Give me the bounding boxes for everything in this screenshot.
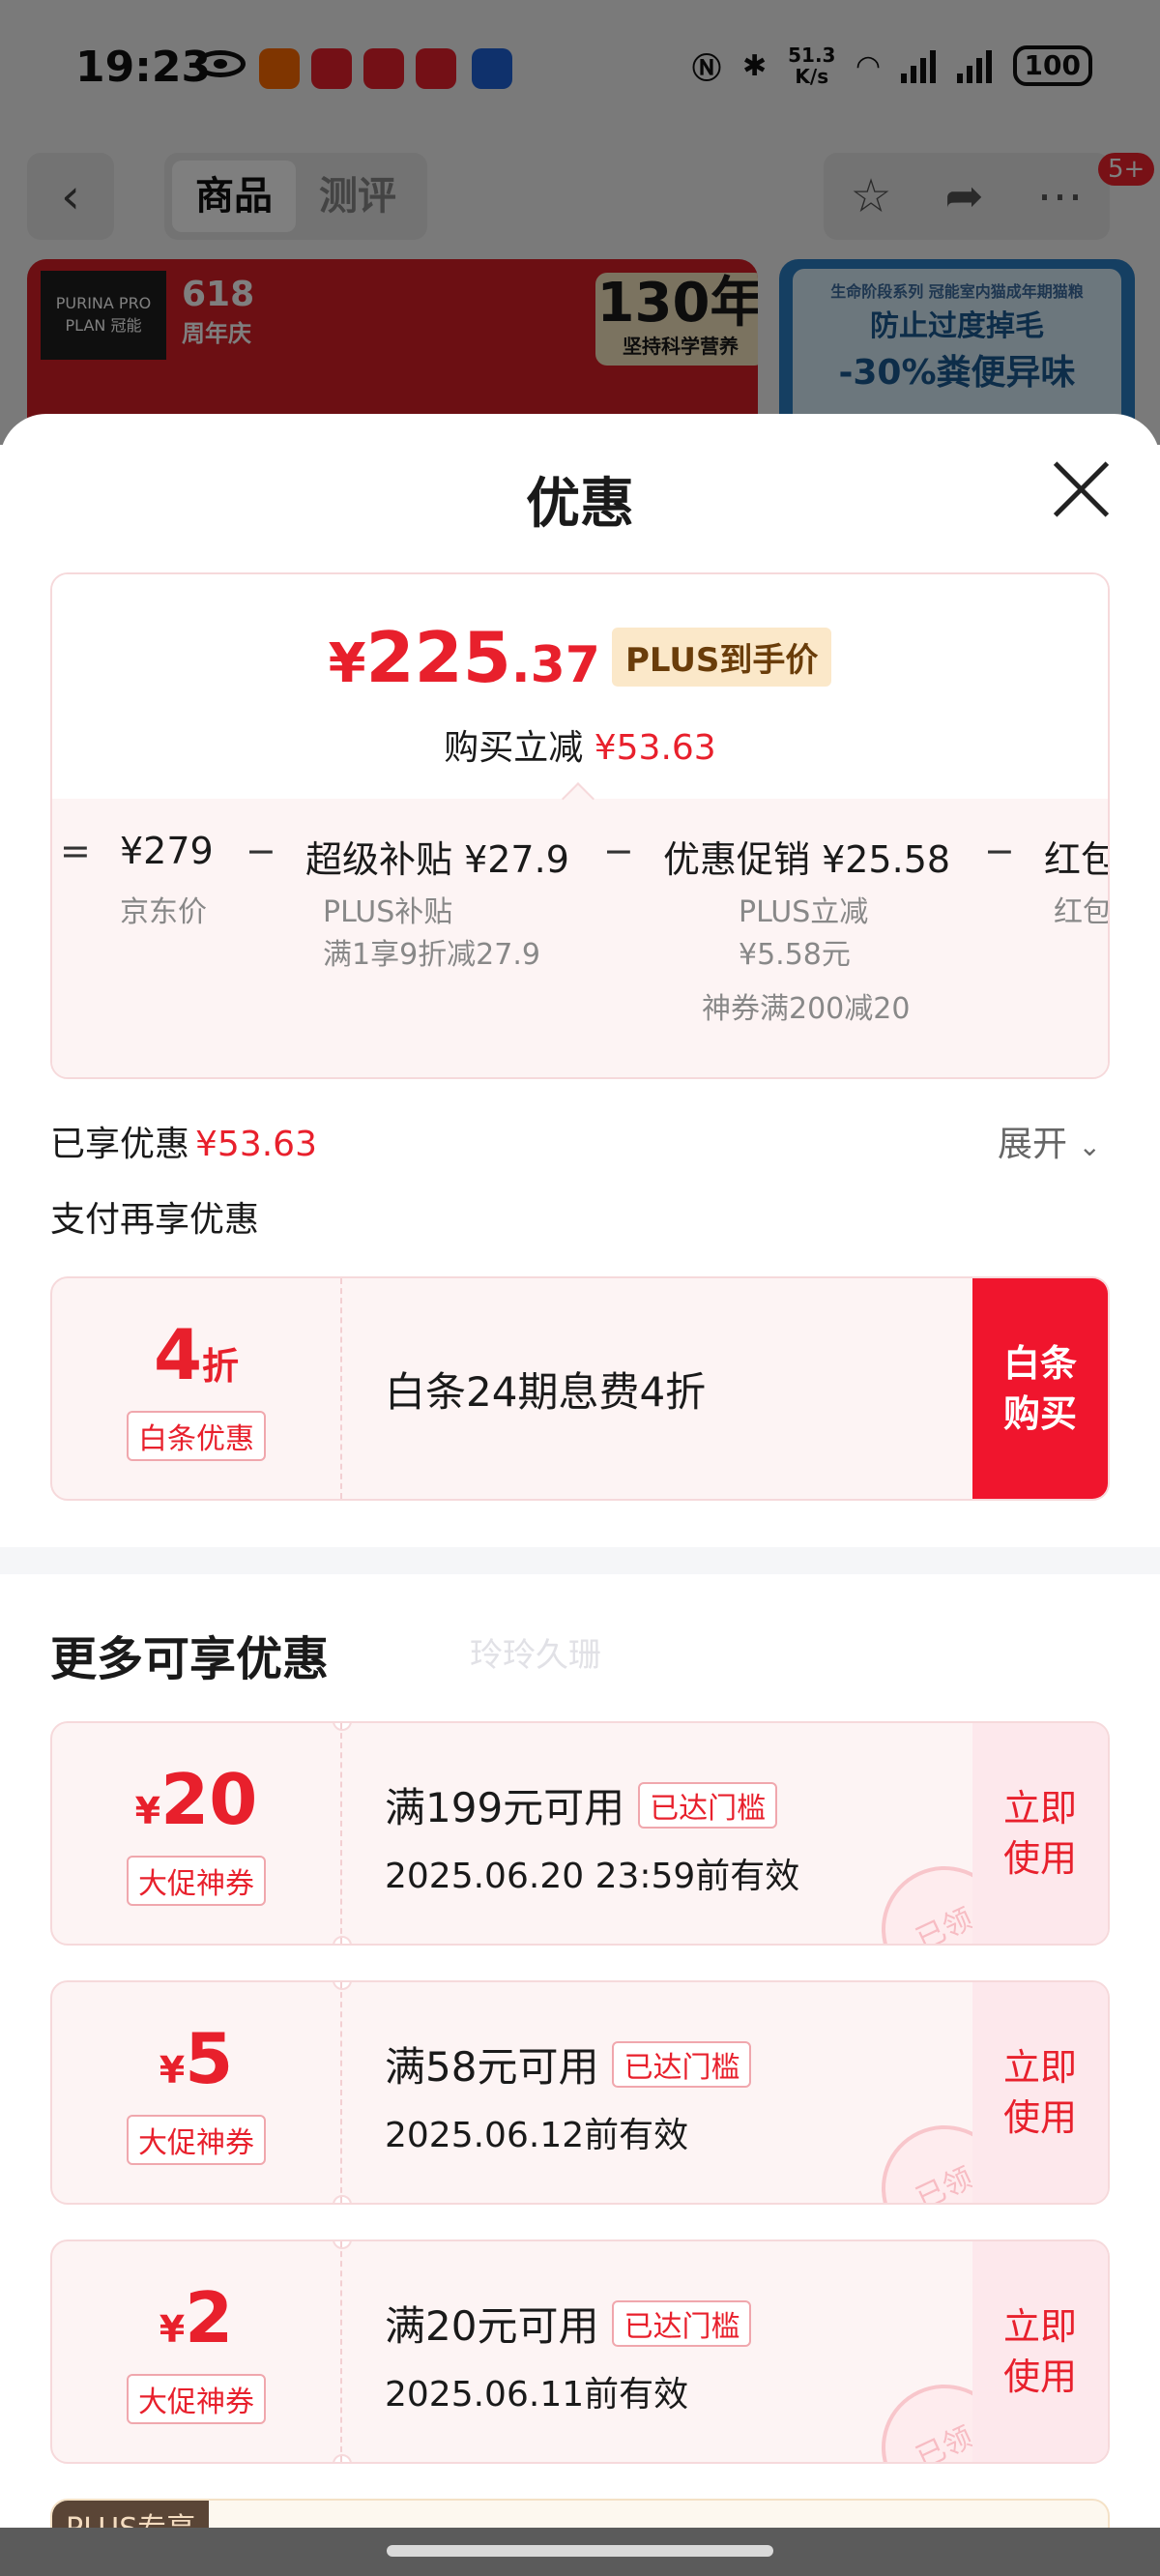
subsidy-line2: 满1享9折减27.9 [323,938,540,972]
coupon-amount: ¥2 [159,2277,234,2358]
price-calculation[interactable]: = ¥279 京东价 − 超级补贴 ¥27.9 PLUS补贴 满1享9折减27.… [52,799,1110,1077]
minus-sign: − [603,830,634,872]
product-page-background: 19:23 Ⓝ ✱ 51.3 K/s ◠ 100 ‹ 商品 测评 ☆ ➦ ⋯ 5… [0,0,1160,453]
minus-sign: − [246,830,276,872]
coupon-condition: 满20元可用 已达门槛 [385,2294,752,2353]
coupon-card[interactable]: ¥2 大促神券 满20元可用 已达门槛 2025.06.11前有效 已领 立即 使… [50,2239,1110,2464]
more-offers-title: 更多可享优惠 [50,1632,330,1686]
equals-sign: = [60,830,91,872]
coupon-amount: ¥20 [134,1759,258,1840]
coupon-card[interactable]: ¥20 大促神券 满199元可用 已达门槛 2025.06.20 23:59前有效… [50,1721,1110,1946]
minus-sign: − [984,830,1015,872]
enjoyed-value: ¥53.63 [195,1125,317,1164]
coupon-info: 满58元可用 已达门槛 2025.06.12前有效 [385,2034,752,2157]
enjoyed-label: 已享优惠 [50,1125,190,1164]
coupon-condition: 满58元可用 已达门槛 [385,2034,752,2093]
coupon-tag: 大促神券 [127,1856,266,1906]
final-price-row: ¥225.37 PLUS到手价 [52,617,1108,698]
coupon-card[interactable]: ¥5 大促神券 满58元可用 已达门槛 2025.06.12前有效 已领 立即 使… [50,1980,1110,2205]
promo-line3: 神券满200减20 [702,992,911,1026]
pay-again-label: 支付再享优惠 [50,1200,260,1240]
baitiao-buy-button[interactable]: 白条 购买 [972,1278,1108,1499]
coupon-left: ¥5 大促神券 [52,1982,342,2203]
redpack-line1: 红包 [1054,895,1110,929]
redpack-title: 红包 [1044,838,1108,881]
plus-price-tag: PLUS到手价 [611,628,832,687]
baitiao-tag: 白条优惠 [127,1411,266,1461]
reduce-value: ¥53.63 [594,728,716,768]
enjoyed-discount: 已享优惠 ¥53.63 [50,1116,317,1166]
reduce-label: 购买立减 [444,728,584,768]
promo-line1: PLUS立减 [739,895,869,929]
close-icon[interactable] [1050,458,1112,520]
overlay-dim[interactable] [0,0,1160,445]
reduce-summary: 购买立减 ¥53.63 [52,719,1108,770]
coupon-condition: 满199元可用 已达门槛 [385,1775,799,1834]
use-now-button[interactable]: 立即 使用 [972,1982,1108,2203]
coupon-info: 满199元可用 已达门槛 2025.06.20 23:59前有效 [385,1775,799,1898]
base-price-label: 京东价 [120,895,207,929]
baitiao-offer-card[interactable]: 4折 白条优惠 白条24期息费4折 白条 购买 [50,1276,1110,1501]
baitiao-left: 4折 白条优惠 [52,1278,342,1499]
threshold-tag: 已达门槛 [612,2299,752,2347]
final-price: ¥225.37 [328,617,600,698]
coupon-tag: 大促神券 [127,2374,266,2424]
gesture-bar[interactable] [0,2528,1160,2576]
baitiao-text: 白条24期息费4折 [385,1367,707,1416]
baitiao-amount: 4折 [153,1314,240,1395]
use-now-button[interactable]: 立即 使用 [972,1723,1108,1944]
coupon-tag: 大促神券 [127,2115,266,2165]
threshold-tag: 已达门槛 [638,1781,778,1829]
promo-line2: ¥5.58元 [739,938,851,972]
base-price: ¥279 [120,830,214,872]
chevron-down-icon: ⌄ [1078,1130,1101,1162]
subsidy-title: 超级补贴 ¥27.9 [305,838,569,881]
use-now-button[interactable]: 立即 使用 [972,2241,1108,2462]
subsidy-line1: PLUS补贴 [323,895,453,929]
discount-sheet: 优惠 ¥225.37 PLUS到手价 购买立减 ¥53.63 = ¥279 京东… [0,414,1160,2576]
expand-label: 展开 [998,1125,1068,1164]
coupon-left: ¥2 大促神券 [52,2241,342,2462]
coupon-date: 2025.06.12前有效 [385,2116,689,2155]
coupon-amount: ¥5 [159,2018,234,2099]
price-breakdown-card: ¥225.37 PLUS到手价 购买立减 ¥53.63 = ¥279 京东价 −… [50,572,1110,1079]
sheet-title: 优惠 [526,473,634,536]
price-summary: ¥225.37 PLUS到手价 购买立减 ¥53.63 [52,574,1108,799]
section-divider [0,1547,1160,1574]
coupon-left: ¥20 大促神券 [52,1723,342,1944]
expand-button[interactable]: 展开 ⌄ [998,1116,1101,1166]
threshold-tag: 已达门槛 [612,2040,752,2088]
watermark: 玲玲久珊 [470,1636,601,1675]
coupon-date: 2025.06.11前有效 [385,2375,689,2415]
promo-title: 优惠促销 ¥25.58 [663,838,951,881]
coupon-info: 满20元可用 已达门槛 2025.06.11前有效 [385,2294,752,2416]
home-indicator [387,2545,773,2557]
coupon-date: 2025.06.20 23:59前有效 [385,1857,800,1896]
